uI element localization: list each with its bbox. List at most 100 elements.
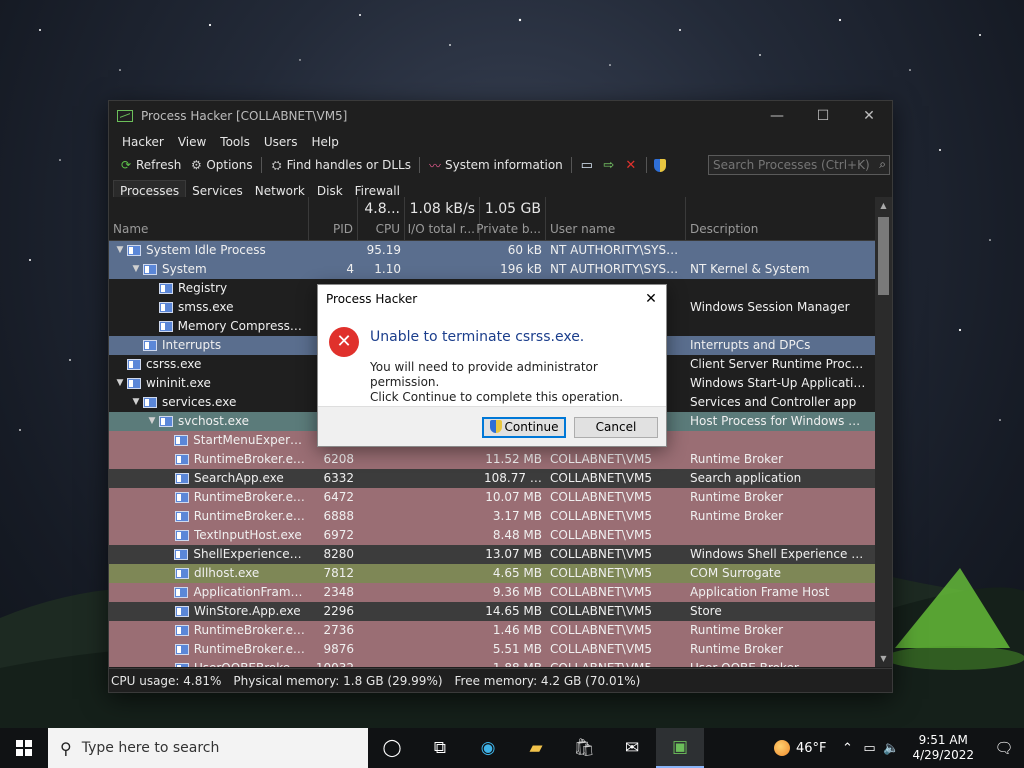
process-name: RuntimeBroker.exe — [193, 623, 305, 637]
process-icon — [174, 549, 189, 560]
menu-help[interactable]: Help — [304, 135, 345, 149]
process-name: RuntimeBroker.exe — [193, 509, 305, 523]
process-name: csrss.exe — [146, 357, 202, 371]
cancel-button[interactable]: Cancel — [574, 417, 658, 438]
search-input[interactable] — [708, 155, 890, 175]
column-io[interactable]: 1.08 kB/s I/O total r... — [405, 197, 480, 240]
chevron-up-icon[interactable]: ⌃ — [836, 741, 858, 756]
weather-widget[interactable]: 46°F — [773, 740, 826, 756]
menu-view[interactable]: View — [171, 135, 213, 149]
column-io-label: I/O total r... — [407, 222, 475, 236]
process-icon — [159, 283, 173, 294]
store-icon[interactable]: 🛍 — [560, 728, 608, 768]
column-description[interactable]: Description — [686, 197, 876, 240]
chevron-down-icon[interactable]: ▼ — [113, 374, 127, 393]
taskbar-search-box[interactable]: ⚲ Type here to search — [48, 728, 368, 768]
menu-tools[interactable]: Tools — [213, 135, 257, 149]
status-bar: CPU usage: 4.81% Physical memory: 1.8 GB… — [109, 668, 892, 692]
search-icon[interactable]: ⌕ — [879, 157, 886, 172]
maximize-button[interactable]: ☐ — [800, 101, 846, 131]
task-view-icon[interactable]: ⧉ — [416, 728, 464, 768]
process-io-cell — [405, 241, 480, 260]
table-row[interactable]: dllhost.exe 7812 4.65 MB COLLABNET\VM5 COM S… — [109, 564, 876, 583]
process-name: Memory Compression — [177, 319, 305, 333]
dialog-content-line1: You will need to provide administrator p… — [370, 360, 598, 389]
scroll-thumb[interactable] — [878, 217, 889, 295]
process-user-cell: COLLABNET\VM5 — [550, 490, 653, 504]
minimize-button[interactable]: — — [754, 101, 800, 131]
process-desc-cell: Runtime Broker — [690, 509, 784, 523]
chevron-down-icon[interactable]: ▼ — [129, 393, 143, 412]
file-explorer-icon[interactable]: ▰ — [512, 728, 560, 768]
window-icon[interactable]: ▭ — [576, 155, 598, 175]
table-row[interactable]: ApplicationFrame... 2348 9.36 MB COLLABNET\… — [109, 583, 876, 602]
table-row[interactable]: RuntimeBroker.exe 6208 11.52 MB COLLABNET\V… — [109, 450, 876, 469]
clock[interactable]: 9:51 AM 4/29/2022 — [912, 733, 974, 763]
close-button[interactable]: ✕ — [846, 101, 892, 131]
volume-icon[interactable]: 🔈 — [880, 741, 902, 756]
table-row[interactable]: RuntimeBroker.exe 6472 10.07 MB COLLABNET\V… — [109, 488, 876, 507]
process-icon — [175, 606, 189, 617]
window-go-icon[interactable]: ⇨ — [598, 155, 620, 175]
column-user-label: User name — [550, 222, 616, 236]
system-information-button[interactable]: 〰 System information — [424, 158, 567, 173]
menu-hacker[interactable]: Hacker — [115, 135, 171, 149]
sun-icon — [773, 740, 790, 756]
shield-icon[interactable] — [651, 155, 673, 175]
menu-users[interactable]: Users — [257, 135, 305, 149]
table-row[interactable]: RuntimeBroker.exe 6888 3.17 MB COLLABNET\VM… — [109, 507, 876, 526]
options-button[interactable]: ⚙ Options — [185, 158, 256, 172]
table-row[interactable]: SearchApp.exe 6332 108.77 MB COLLABNET\VM5 S… — [109, 469, 876, 488]
cortana-icon[interactable]: ◯ — [368, 728, 416, 768]
title-bar[interactable]: Process Hacker [COLLABNET\VM5] — ☐ ✕ — [109, 101, 892, 131]
column-name-label: Name — [113, 222, 149, 236]
process-io-cell — [405, 564, 480, 583]
process-icon — [127, 378, 141, 389]
chevron-down-icon[interactable]: ▼ — [113, 241, 127, 260]
column-user[interactable]: User name — [546, 197, 686, 240]
chevron-down-icon[interactable]: ▼ — [145, 412, 159, 431]
network-icon[interactable]: ▭ — [858, 741, 880, 756]
process-name: Interrupts — [162, 338, 222, 352]
table-row[interactable]: UserOOBEBroker... 10032 1.88 MBCOLLABNET\V… — [109, 659, 876, 667]
dialog-close-button[interactable]: ✕ — [636, 291, 666, 307]
table-row[interactable]: ▼ System Idle Process 95.19 60 kB NT AUTHORI… — [109, 241, 876, 260]
vertical-scrollbar[interactable]: ▲ ▼ — [875, 197, 892, 667]
table-row[interactable]: ShellExperienceH... 8280 13.07 MB COLLABNET… — [109, 545, 876, 564]
process-icon — [174, 492, 189, 503]
process-priv-cell: 10.07 MB — [485, 490, 542, 504]
column-pid[interactable]: PID — [309, 197, 358, 240]
terminate-icon[interactable]: ✕ — [620, 155, 642, 175]
gear-icon: ⚙ — [190, 158, 202, 172]
column-name[interactable]: Name — [109, 197, 309, 240]
process-desc-cell — [686, 317, 871, 336]
process-hacker-taskbar-icon[interactable]: ▣ — [656, 728, 704, 768]
notifications-icon[interactable]: 🗨 — [984, 739, 1024, 757]
find-handles-button[interactable]: ⛭ Find handles or DLLs — [266, 158, 415, 173]
continue-button[interactable]: Continue — [482, 417, 566, 438]
column-private[interactable]: 1.05 GB Private b... — [476, 197, 546, 240]
refresh-button[interactable]: ⟳ Refresh — [115, 158, 185, 172]
chevron-down-icon[interactable]: ▼ — [129, 260, 143, 279]
status-cpu-usage: CPU usage: 4.81% — [111, 673, 222, 688]
table-row[interactable]: ▼ System 4 1.10 196 kB NT AUTHORITY\SYSTEM NT … — [109, 260, 876, 279]
scroll-down-icon[interactable]: ▼ — [875, 654, 892, 663]
table-row[interactable]: TextInputHost.exe 6972 8.48 MB COLLABNET\VM… — [109, 526, 876, 545]
process-name-cell: ApplicationFrame... — [109, 583, 309, 602]
edge-icon[interactable]: ◉ — [464, 728, 512, 768]
clock-time: 9:51 AM — [918, 733, 968, 747]
scroll-up-icon[interactable]: ▲ — [875, 201, 892, 210]
process-pid-cell: 7812 — [323, 566, 354, 580]
process-cpu-cell — [358, 564, 405, 583]
table-row[interactable]: RuntimeBroker.exe 9876 5.51 MB COLLABNET\VM… — [109, 640, 876, 659]
process-icon — [174, 587, 189, 598]
dialog-title-bar[interactable]: Process Hacker ✕ — [318, 285, 666, 313]
mail-icon[interactable]: ✉ — [608, 728, 656, 768]
toolbar-separator — [645, 157, 647, 173]
process-cpu-cell — [358, 545, 405, 564]
start-button[interactable] — [0, 728, 48, 768]
column-cpu[interactable]: 4.8... CPU — [358, 197, 405, 240]
table-row[interactable]: WinStore.App.exe 2296 14.65 MB COLLABNET\VM… — [109, 602, 876, 621]
process-desc-cell: Runtime Broker — [690, 623, 784, 637]
table-row[interactable]: RuntimeBroker.exe 2736 1.46 MB COLLABNET\VM… — [109, 621, 876, 640]
